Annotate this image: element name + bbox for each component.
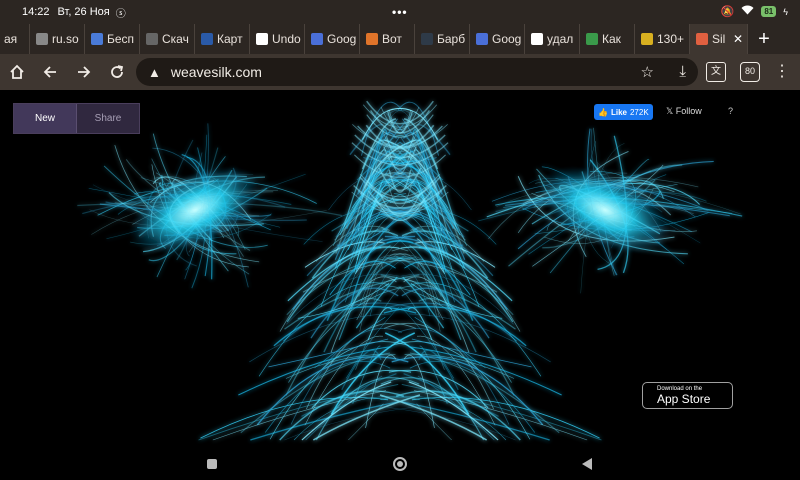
browser-tab[interactable]: Goog — [305, 24, 360, 54]
status-icons: 🔕 81 ϟ — [721, 5, 788, 18]
home-button[interactable] — [0, 54, 34, 90]
browser-tab[interactable]: Карт — [195, 24, 250, 54]
system-nav-bar — [0, 448, 800, 480]
facebook-like-button[interactable]: 👍 Like 272K — [594, 104, 653, 120]
browser-tab[interactable]: 130+ — [635, 24, 690, 54]
tab-label: 130+ — [657, 32, 685, 46]
tab-label: Как — [602, 32, 621, 46]
tab-label: Вот — [382, 32, 402, 46]
browser-tab[interactable]: Undo — [250, 24, 305, 54]
mute-bell-icon: 🔕 — [720, 6, 735, 18]
x-follow-button[interactable]: 𝕏 Follow — [666, 106, 702, 117]
appstore-big-text: App Store — [657, 391, 711, 406]
share-button[interactable]: Share — [77, 104, 139, 133]
screen: 14:22 Вт, 26 Ноя ⓢ ••• 🔕 81 ϟ ая ru.so Бес… — [0, 0, 800, 480]
new-tab-button[interactable]: + — [748, 24, 780, 54]
browser-tab[interactable]: Скач — [140, 24, 195, 54]
browser-tab[interactable]: ru.so — [30, 24, 85, 54]
home-icon — [10, 64, 24, 79]
home-nav-button[interactable] — [393, 457, 407, 471]
tab-label: ая — [4, 32, 18, 46]
wikipedia-icon — [256, 33, 268, 45]
chrome-icon — [146, 33, 158, 45]
browser-tab[interactable]: Барб — [415, 24, 470, 54]
reload-icon — [111, 65, 124, 78]
download-icon[interactable]: ⤓ — [679, 63, 686, 80]
url-text: weavesilk.com — [170, 64, 262, 80]
pizza-icon — [366, 33, 378, 45]
reload-button[interactable] — [100, 54, 134, 90]
tab-label: Goog — [492, 32, 522, 46]
menu-icon[interactable]: ⋮ — [774, 60, 790, 84]
tab-switcher-button[interactable]: 80 — [740, 62, 760, 82]
back-arrow-icon — [91, 33, 103, 45]
new-button[interactable]: New — [14, 104, 77, 133]
browser-tab[interactable]: Вот — [360, 24, 415, 54]
tab-label: Барб — [437, 32, 466, 46]
silk-icon — [696, 33, 708, 45]
more-dots-icon[interactable]: ••• — [392, 5, 408, 19]
notification-icon: ⓢ — [115, 8, 126, 20]
card-icon — [201, 33, 213, 45]
tab-label: Goog — [327, 32, 357, 46]
browser-tab[interactable]: Бесп — [85, 24, 140, 54]
browser-tab[interactable]: Sil ✕ — [690, 24, 748, 54]
back-button[interactable] — [33, 54, 67, 90]
charging-icon: ϟ — [783, 6, 788, 17]
tab-label: Скач — [162, 32, 189, 46]
google-icon — [531, 33, 543, 45]
docs-icon — [476, 33, 488, 45]
tab-label: Карт — [217, 32, 243, 46]
forward-arrow-icon — [78, 66, 91, 78]
browser-tab[interactable]: Goog — [470, 24, 525, 54]
app-store-badge[interactable]: Download on the App Store — [642, 382, 733, 409]
address-bar[interactable]: ▲ weavesilk.com ☆ ⤓ — [136, 58, 698, 86]
status-bar: 14:22 Вт, 26 Ноя ⓢ ••• 🔕 81 ϟ — [0, 0, 800, 24]
tab-label: Бесп — [107, 32, 135, 46]
silk-canvas[interactable]: New Share 👍 Like 272K 𝕏 Follow ? Downloa… — [0, 90, 800, 448]
browser-tab[interactable]: Как — [580, 24, 635, 54]
fb-like-count: 272K — [629, 107, 649, 117]
clock-icon — [641, 33, 653, 45]
browser-toolbar: ▲ weavesilk.com ☆ ⤓ 文 80 ⋮ — [0, 54, 800, 90]
tab-label: удал — [547, 32, 574, 46]
fb-like-label: Like — [610, 107, 627, 117]
tab-label: Undo — [272, 32, 301, 46]
sheet-icon — [586, 33, 598, 45]
recents-button[interactable] — [207, 459, 217, 469]
browser-tab[interactable]: удал — [525, 24, 580, 54]
bookmark-star-icon[interactable]: ☆ — [641, 63, 654, 81]
warning-icon[interactable]: ▲ — [148, 65, 161, 80]
tab-label: ru.so — [52, 32, 79, 46]
browser-tab[interactable]: ая — [0, 24, 30, 54]
forward-button[interactable] — [67, 54, 101, 90]
status-time: 14:22 — [22, 6, 50, 18]
k-icon — [421, 33, 433, 45]
tab-label: Sil — [712, 32, 726, 46]
battery-icon: 81 — [761, 6, 777, 17]
status-date: Вт, 26 Ноя — [57, 6, 110, 18]
back-nav-button[interactable] — [582, 458, 592, 470]
thumbs-up-icon: 👍 — [598, 107, 608, 117]
wifi-icon — [741, 5, 754, 18]
docs-icon — [311, 33, 323, 45]
x-logo-icon: 𝕏 — [666, 106, 674, 116]
follow-label: Follow — [675, 106, 702, 116]
translate-icon[interactable]: 文 — [706, 62, 726, 82]
close-tab-icon[interactable]: ✕ — [733, 32, 743, 46]
tab-strip: ая ru.so Бесп Скач Карт Undo Goog Вот Барб Goog уд… — [0, 24, 800, 54]
silk-controls: New Share — [13, 103, 140, 134]
help-button[interactable]: ? — [728, 106, 733, 116]
globe-icon — [36, 33, 48, 45]
back-arrow-icon — [43, 66, 56, 78]
